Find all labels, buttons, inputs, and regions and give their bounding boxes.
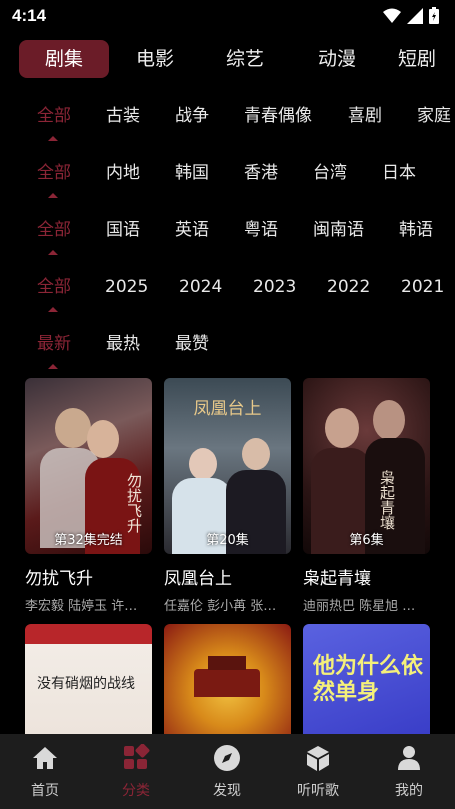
battery-icon <box>429 7 439 24</box>
tab-anime[interactable]: 动漫 <box>302 40 372 78</box>
drama-card[interactable]: 勿扰飞升 第32集完结 勿扰飞升 李宏毅 陆婷玉 许… <box>25 378 152 614</box>
filter-option[interactable]: 2025 <box>105 272 148 302</box>
drama-cast: 李宏毅 陆婷玉 许… <box>25 599 138 614</box>
drama-card[interactable]: 凤凰台上 第20集 凤凰台上 任嘉伦 彭小苒 张… <box>164 378 291 614</box>
filter-option[interactable]: 内地 <box>106 158 140 188</box>
poster-title-text: 勿扰飞升 <box>125 473 143 533</box>
filter-row-sort: 最新 最热 最赞 <box>0 329 455 369</box>
drama-card[interactable]: 没有硝烟的战线 <box>25 624 152 734</box>
filter-option[interactable]: 闽南语 <box>313 215 364 245</box>
nav-home[interactable]: 首页 <box>5 734 85 800</box>
status-icons <box>383 7 439 24</box>
status-time: 4:14 <box>12 6 47 25</box>
filter-option[interactable]: 日本 <box>382 158 416 188</box>
drama-title: 枭起青壤 <box>303 569 371 589</box>
nav-label: 首页 <box>31 783 59 799</box>
drama-card[interactable]: 枭起青壤 第6集 枭起青壤 迪丽热巴 陈星旭 … <box>303 378 430 614</box>
nav-label: 听听歌 <box>297 783 339 799</box>
episode-badge: 第20集 <box>206 533 249 548</box>
filter-option[interactable]: 粤语 <box>244 215 278 245</box>
poster-title-text: 枭起青壤 <box>378 470 396 530</box>
selected-caret <box>48 364 58 369</box>
nav-music[interactable]: 听听歌 <box>278 734 358 800</box>
poster-image: 凤凰台上 第20集 <box>164 378 291 554</box>
filter-option[interactable]: 2023 <box>253 272 296 302</box>
filter-row-year: 全部 2025 2024 2023 2022 2021 <box>0 272 455 312</box>
wifi-icon <box>383 8 401 23</box>
nav-label: 发现 <box>213 783 241 799</box>
nav-label: 我的 <box>395 783 423 799</box>
episode-badge: 第6集 <box>349 533 384 548</box>
filter-all[interactable]: 全部 <box>37 215 71 245</box>
tab-variety[interactable]: 综艺 <box>210 40 280 78</box>
tab-drama[interactable]: 剧集 <box>19 40 109 78</box>
cube-icon <box>307 746 329 771</box>
filter-option[interactable]: 喜剧 <box>348 101 382 131</box>
tab-short-drama[interactable]: 短剧 <box>398 40 455 78</box>
filter-option[interactable]: 韩语 <box>399 215 433 245</box>
poster-image: 枭起青壤 第6集 <box>303 378 430 554</box>
filter-option[interactable]: 2022 <box>327 272 370 302</box>
user-icon <box>398 746 420 770</box>
filter-row-genre: 全部 古装 战争 青春偶像 喜剧 家庭 <box>0 101 455 141</box>
poster-title-text: 凤凰台上 <box>193 399 262 419</box>
sort-hottest[interactable]: 最热 <box>106 329 140 359</box>
filter-option[interactable]: 韩国 <box>175 158 209 188</box>
filter-all[interactable]: 全部 <box>37 272 71 302</box>
bottom-navigation: 首页 分类 发现 听听歌 我的 <box>0 734 455 809</box>
nav-label: 分类 <box>122 783 150 799</box>
drama-cast: 迪丽热巴 陈星旭 … <box>303 599 416 614</box>
selected-caret <box>48 307 58 312</box>
filter-all[interactable]: 全部 <box>37 158 71 188</box>
poster-title-text: 没有硝烟的战线 <box>37 676 135 692</box>
filter-row-region: 全部 内地 韩国 香港 台湾 日本 <box>0 158 455 198</box>
selected-caret <box>48 250 58 255</box>
signal-icon <box>407 7 423 24</box>
sort-newest[interactable]: 最新 <box>37 329 71 359</box>
selected-caret <box>48 136 58 141</box>
filter-option[interactable]: 战争 <box>175 101 209 131</box>
filter-row-language: 全部 国语 英语 粤语 闽南语 韩语 <box>0 215 455 255</box>
filter-option[interactable]: 古装 <box>106 101 140 131</box>
poster-title-text: 他为什么依然单身 <box>313 654 424 705</box>
filter-option[interactable]: 香港 <box>244 158 278 188</box>
compass-icon <box>214 745 240 771</box>
category-icon <box>124 743 150 769</box>
nav-mine[interactable]: 我的 <box>369 734 449 800</box>
tab-movie[interactable]: 电影 <box>120 40 190 78</box>
drama-title: 凤凰台上 <box>164 569 232 589</box>
home-icon <box>33 747 57 769</box>
filter-option[interactable]: 英语 <box>175 215 209 245</box>
drama-cast: 任嘉伦 彭小苒 张… <box>164 599 277 614</box>
filter-option[interactable]: 2021 <box>401 272 444 302</box>
filter-option[interactable]: 家庭 <box>417 101 451 131</box>
sort-most-liked[interactable]: 最赞 <box>175 329 209 359</box>
filter-option[interactable]: 2024 <box>179 272 222 302</box>
filter-option[interactable]: 国语 <box>106 215 140 245</box>
filter-option[interactable]: 台湾 <box>313 158 347 188</box>
drama-card[interactable]: 他为什么依然单身 <box>303 624 430 734</box>
poster-image: 勿扰飞升 第32集完结 <box>25 378 152 554</box>
drama-title: 勿扰飞升 <box>25 569 93 589</box>
filter-all[interactable]: 全部 <box>37 101 71 131</box>
nav-category[interactable]: 分类 <box>96 734 176 800</box>
episode-badge: 第32集完结 <box>54 533 123 548</box>
nav-discover[interactable]: 发现 <box>187 734 267 800</box>
drama-card[interactable] <box>164 624 291 734</box>
filter-option[interactable]: 青春偶像 <box>244 101 312 131</box>
category-tabs: 剧集 电影 综艺 动漫 短剧 <box>0 40 455 80</box>
status-bar: 4:14 <box>0 0 455 34</box>
selected-caret <box>48 193 58 198</box>
